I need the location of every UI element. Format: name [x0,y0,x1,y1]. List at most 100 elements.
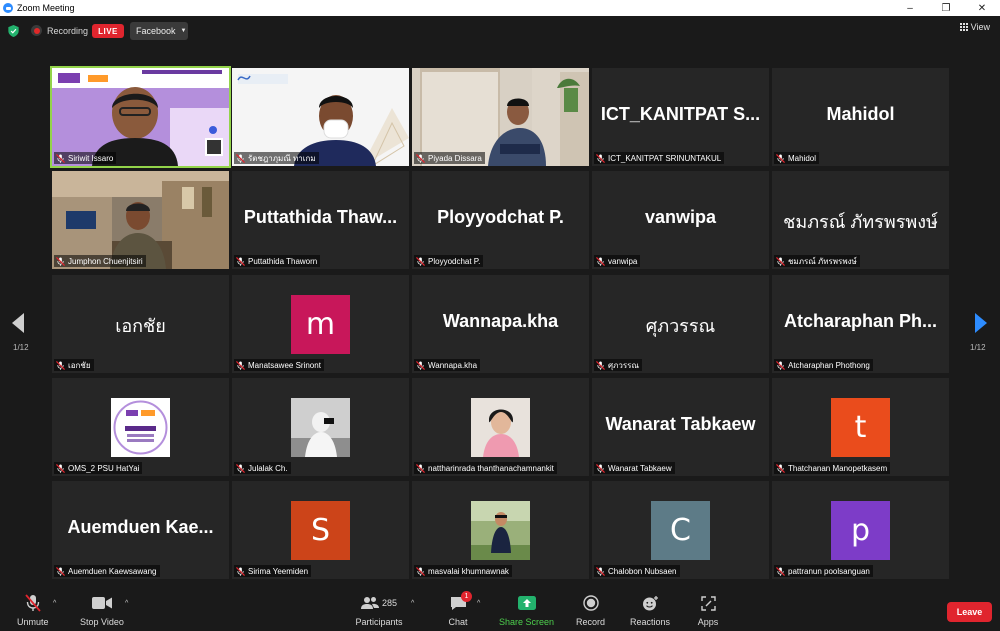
participant-tile[interactable]: Atcharaphan Ph... Atcharaphan Phothong [772,275,949,373]
muted-microphone-icon [776,256,785,266]
meeting-toolbar: Unmute ^ Stop Video ^ 285 Participants ^ [0,590,1000,631]
reactions-button[interactable]: Reactions [630,594,670,627]
participant-name-label: pattranun poolsanguan [774,565,873,577]
muted-microphone-icon [56,153,65,163]
previous-page-arrow-icon[interactable] [12,313,24,333]
participant-name-label: Manatsawee Srinont [234,359,324,371]
participant-tile[interactable]: C Chalobon Nubsaen [592,481,769,579]
unmute-button[interactable]: Unmute [17,594,49,627]
muted-microphone-icon [416,463,425,473]
participant-name: Wannapa.kha [428,360,478,370]
participant-tile[interactable]: ศุภวรรณ ศุภวรรณ [592,275,769,373]
participant-name-label: Chalobon Nubsaen [594,565,680,577]
participants-options-caret-icon[interactable]: ^ [411,600,414,607]
participant-tile[interactable]: m Manatsawee Srinont [232,275,409,373]
audio-options-caret-icon[interactable]: ^ [53,600,56,607]
participant-tile[interactable]: ICT_KANITPAT S... ICT_KANITPAT SRINUNTAKU… [592,68,769,166]
stop-video-button[interactable]: Stop Video [80,594,124,627]
share-screen-button[interactable]: Share Screen [499,594,554,627]
participant-tile[interactable]: Piyada Dissara [412,68,589,166]
participant-tile[interactable]: Puttathida Thaw... Puttathida Thaworn [232,171,409,269]
live-badge: LIVE [92,24,124,38]
maximize-icon[interactable]: ❐ [928,0,964,16]
participant-name-label: nattharinrada thanthanachamnankit [414,462,557,474]
participants-count: 285 [381,598,398,608]
smiley-icon [638,594,662,612]
participant-name: เอกชัย [68,360,91,370]
participant-name: OMS_2 PSU HatYai [68,463,140,473]
avatar-initial: t [831,398,890,457]
participant-name-label: Siriwit Issaro [54,152,117,164]
leave-button[interactable]: Leave [947,602,992,622]
participant-display-name: Wanarat Tabkaew [605,414,756,434]
caret-down-icon: ▼ [180,28,187,34]
avatar-photo [471,398,530,457]
participant-tile[interactable]: เอกชัย เอกชัย [52,275,229,373]
record-button[interactable]: Record [576,594,605,627]
muted-microphone-icon [236,360,245,370]
muted-microphone-icon [776,360,785,370]
participant-tile[interactable]: S Sirima Yeemiden [232,481,409,579]
stream-target-dropdown[interactable]: Facebook ▼ [130,22,188,40]
muted-microphone-icon [56,463,65,473]
video-camera-icon [90,594,114,612]
participant-display-name: Wannapa.kha [442,311,559,331]
participant-tile[interactable]: Siriwit Issaro [50,66,231,168]
close-icon[interactable]: ✕ [964,0,1000,16]
participant-name-label: vanwipa [594,255,641,267]
participant-name-label: ICT_KANITPAT SRINUNTAKUL [594,152,725,164]
view-button[interactable]: View [959,22,990,32]
participant-name: nattharinrada thanthanachamnankit [428,463,554,473]
participant-name: Auemduen Kaewsawang [68,566,157,576]
participants-button[interactable]: 285 Participants [352,594,406,627]
participant-tile[interactable]: masvalai khumnawnak [412,481,589,579]
participant-tile[interactable]: OMS_2 PSU HatYai [52,378,229,476]
apps-button[interactable]: Apps [696,594,720,627]
participant-display-name: Atcharaphan Ph... [783,311,938,331]
participant-tile[interactable]: nattharinrada thanthanachamnankit [412,378,589,476]
participant-tile[interactable]: Ployyodchat P. Ployyodchat P. [412,171,589,269]
shield-icon[interactable] [8,25,19,37]
participant-tile[interactable]: p pattranun poolsanguan [772,481,949,579]
participant-name-label: Wanarat Tabkaew [594,462,675,474]
muted-microphone-icon [416,360,425,370]
participant-display-name: Auemduen Kae... [67,517,214,537]
avatar-photo [291,398,350,457]
muted-microphone-icon [236,256,245,266]
participant-tile[interactable]: ชมภรณ์ ภัทรพรพงษ์ ชมภรณ์ ภัทรพรพงษ์ [772,171,949,269]
next-page-arrow-icon[interactable] [975,313,987,333]
video-options-caret-icon[interactable]: ^ [125,600,128,607]
participant-tile[interactable]: vanwipa vanwipa [592,171,769,269]
participant-tile[interactable]: Wanarat Tabkaew Wanarat Tabkaew [592,378,769,476]
participant-tile[interactable]: t Thatchanan Manopetkasem [772,378,949,476]
minimize-icon[interactable]: – [892,0,928,16]
participant-tile[interactable]: Auemduen Kae... Auemduen Kaewsawang [52,481,229,579]
muted-microphone-icon [416,566,425,576]
participant-tile[interactable]: Wannapa.kha Wannapa.kha [412,275,589,373]
participant-display-name: Puttathida Thaw... [243,207,398,227]
muted-microphone-icon [416,153,425,163]
participant-tile[interactable]: Julalak Ch. [232,378,409,476]
participant-tile[interactable]: รัตชฎาภุมณี ทาเกม [232,68,409,166]
muted-microphone-icon [596,566,605,576]
unmute-label: Unmute [17,617,49,627]
participant-name-label: Jumphon Chuenjitsiri [54,255,146,267]
participant-name-label: Piyada Dissara [414,152,485,164]
muted-microphone-icon [21,594,45,612]
participant-name-label: รัตชฎาภุมณี ทาเกม [234,152,319,164]
chat-button[interactable]: 1 Chat [446,591,472,627]
chat-unread-badge: 1 [461,591,472,602]
participant-name-label: Atcharaphan Phothong [774,359,873,371]
chat-icon: 1 [446,591,472,612]
participant-name: Puttathida Thaworn [248,256,318,266]
muted-microphone-icon [236,566,245,576]
participant-name-label: Ployyodchat P. [414,255,484,267]
muted-microphone-icon [596,256,605,266]
participant-name: pattranun poolsanguan [788,566,870,576]
share-screen-label: Share Screen [499,617,555,627]
chat-options-caret-icon[interactable]: ^ [477,600,480,607]
participant-tile[interactable]: Mahidol Mahidol [772,68,949,166]
muted-microphone-icon [56,360,65,370]
participant-tile[interactable]: Jumphon Chuenjitsiri [52,171,229,269]
meeting-topbar: Recording LIVE Facebook ▼ View [0,16,1000,46]
